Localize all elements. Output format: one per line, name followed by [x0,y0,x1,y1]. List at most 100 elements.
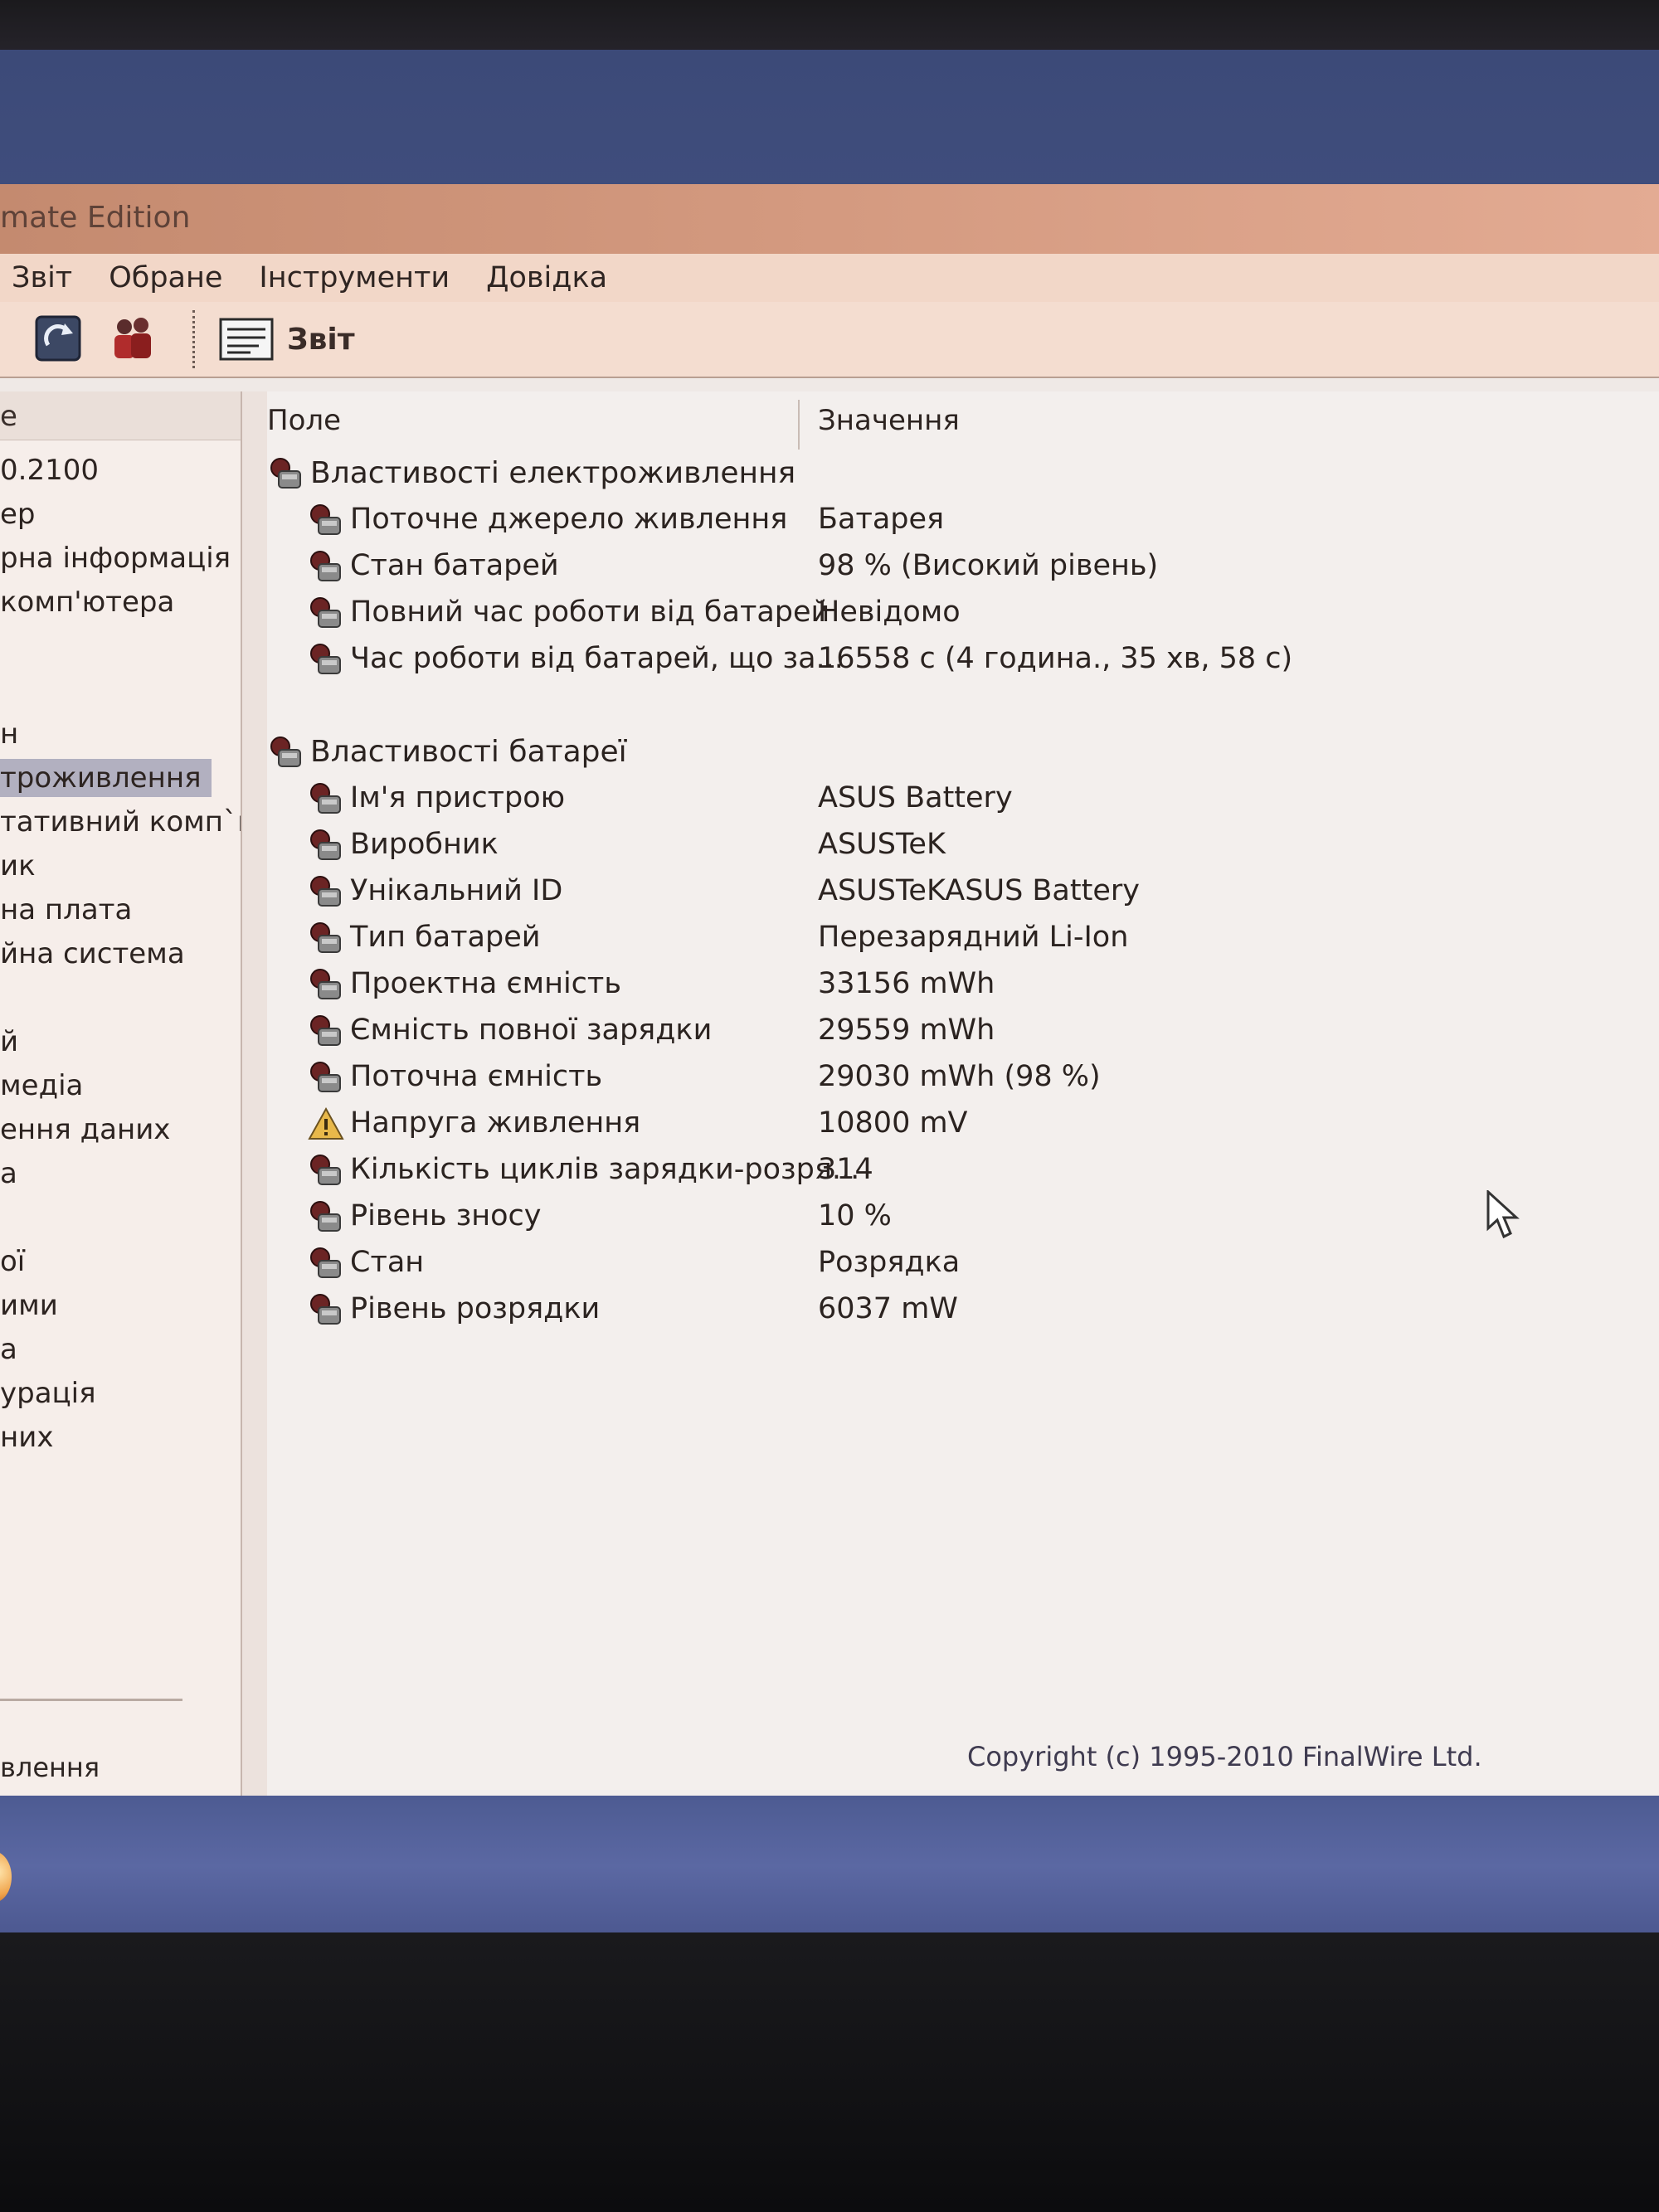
tree-item[interactable]: 0.2100 [0,451,99,489]
property-value: 29030 mWh (98 %) [818,1060,1101,1093]
pane-splitter[interactable] [241,391,269,1934]
battery-icon [307,549,345,584]
toolbar-separator [192,310,195,368]
tree-item[interactable]: троживлення [0,759,212,797]
tree-item[interactable]: рна інформація [0,539,231,577]
property-row[interactable]: Поточне джерело живлення Батарея [267,498,1659,542]
battery-icon [307,828,345,863]
property-name: Рівень розрядки [350,1292,601,1325]
refresh-icon [35,315,81,362]
tree-header[interactable]: е [0,391,241,440]
property-value: 6037 mW [818,1292,958,1325]
property-value: 314 [818,1153,873,1186]
property-value: Розрядка [818,1246,961,1279]
property-name: Стан [350,1246,425,1279]
property-row[interactable]: Стан Розрядка [267,1241,1659,1286]
property-row[interactable]: Ім'я пристрою ASUS Battery [267,776,1659,821]
column-header-value[interactable]: Значення [818,391,960,450]
battery-icon [307,1246,345,1281]
navigation-tree: е 0.2100 ер рна інформація комп'ютера н трожи… [0,391,241,1810]
report-icon [219,318,274,361]
battery-icon [307,1014,345,1048]
users-button[interactable] [106,312,159,365]
report-button[interactable]: Звіт [217,310,355,368]
tree-item[interactable]: н [0,715,18,753]
property-value: 33156 mWh [818,967,995,1000]
property-value: 98 % (Високий рівень) [818,549,1159,582]
details-pane: Поле Значення Властивості електроживленн… [267,391,1659,1934]
menu-tools[interactable]: Інструменти [259,261,450,294]
battery-icon [307,1292,345,1327]
property-row[interactable]: Тип батарей Перезарядний Li-Ion [267,916,1659,960]
taskbar [0,1796,1659,1937]
property-name: Виробник [350,828,499,861]
property-row[interactable]: Виробник ASUSTeK [267,823,1659,868]
menu-report[interactable]: Звіт [12,261,72,294]
property-row[interactable]: Проектна ємність 33156 mWh [267,962,1659,1007]
property-row[interactable]: Рівень зносу 10 % [267,1194,1659,1239]
property-row[interactable]: Унікальний ID ASUSTeKASUS Battery [267,869,1659,914]
tree-item[interactable]: й [0,1023,18,1061]
property-row[interactable]: Поточна ємність 29030 mWh (98 %) [267,1055,1659,1100]
battery-icon [307,921,345,955]
toolbar: Звіт [0,302,1659,378]
column-header-field[interactable]: Поле [267,391,341,450]
property-name: Поточна ємність [350,1060,603,1093]
tree-item[interactable]: урація [0,1374,96,1412]
property-name: Кількість циклів зарядки-розря... [350,1153,860,1186]
battery-icon [307,1060,345,1095]
property-value: Батарея [818,503,945,536]
section-header[interactable]: Властивості електроживлення [267,451,1659,496]
tree-item[interactable]: ими [0,1286,58,1325]
tree-item[interactable]: а [0,1155,17,1193]
property-value: ASUSTeK [818,828,946,861]
property-name: Тип батарей [350,921,541,954]
tree-item[interactable]: медіа [0,1067,83,1105]
property-value: ASUS Battery [818,781,1013,814]
property-value: 29559 mWh [818,1014,995,1047]
property-row[interactable]: Кількість циклів зарядки-розря... 314 [267,1148,1659,1193]
tree-item[interactable]: ик [0,847,36,885]
battery-icon [307,596,345,630]
menu-help[interactable]: Довідка [486,261,607,294]
tree-header-label: е [0,400,17,433]
property-row[interactable]: Напруга живлення 10800 mV [267,1101,1659,1146]
tree-item[interactable]: ер [0,495,36,533]
property-row[interactable]: Стан батарей 98 % (Високий рівень) [267,544,1659,589]
refresh-button[interactable] [32,312,85,365]
property-name: Ємність повної зарядки [350,1014,713,1047]
tree-item[interactable]: йна система [0,935,185,973]
window-title: mate Edition [0,201,191,235]
property-name: Проектна ємність [350,967,621,1000]
section-header[interactable]: Властивості батареї [267,730,1659,775]
tree-item[interactable]: а [0,1330,17,1369]
menu-favorites[interactable]: Обране [109,261,222,294]
tree-item[interactable]: ої [0,1242,25,1281]
monitor-bezel-bottom [0,1932,1659,2212]
property-row[interactable]: Рівень розрядки 6037 mW [267,1287,1659,1332]
tree-item[interactable]: ення даних [0,1111,170,1149]
property-name: Стан батарей [350,549,559,582]
title-bar[interactable]: mate Edition [0,184,1659,254]
battery-icon [307,1153,345,1188]
tree-item[interactable]: них [0,1418,53,1456]
property-value: 10800 mV [818,1106,968,1140]
mouse-cursor-icon [1486,1190,1520,1239]
status-bar-left: влення [0,1752,100,1783]
column-divider[interactable] [798,400,800,450]
tree-item[interactable]: комп'ютера [0,583,174,621]
section-title: Властивості батареї [310,735,627,769]
property-name: Унікальний ID [350,874,563,907]
tree-item[interactable]: тативний комп`ю [0,803,241,841]
battery-icon [307,642,345,677]
property-row[interactable]: Ємність повної зарядки 29559 mWh [267,1009,1659,1053]
property-row[interactable]: Повний час роботи від батарей Невідомо [267,591,1659,635]
property-row[interactable]: Час роботи від батарей, що за... 16558 с … [267,637,1659,682]
property-name: Ім'я пристрою [350,781,566,814]
tree-item[interactable]: на плата [0,891,132,929]
battery-icon [307,1199,345,1234]
users-icon [114,318,151,358]
property-value: Невідомо [818,596,961,629]
battery-icon [267,456,305,491]
section-title: Властивості електроживлення [310,456,796,490]
